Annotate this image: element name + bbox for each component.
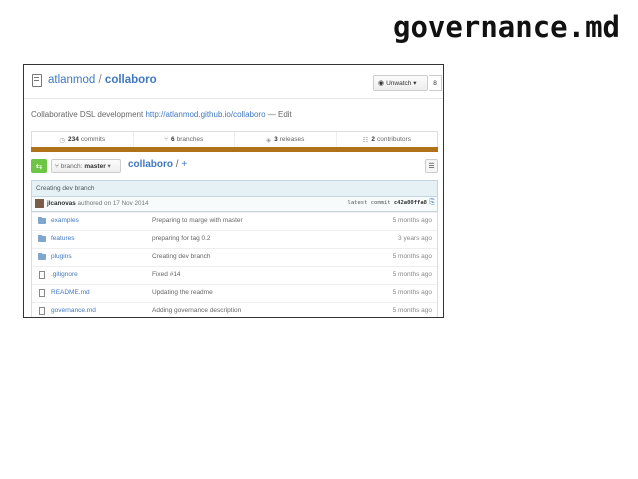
branch-name: master bbox=[84, 162, 106, 170]
latest-commit-meta: jlcanovas authored on 17 Nov 2014 latest… bbox=[31, 197, 438, 212]
folder-icon bbox=[38, 252, 46, 260]
commit-sha: latest commit c42a00ffa8 bbox=[348, 200, 427, 206]
eye-icon: ◉ bbox=[378, 80, 385, 87]
language-bar[interactable] bbox=[31, 147, 438, 152]
slide-title: governance.md bbox=[393, 10, 620, 44]
commit-author-link[interactable]: jlcanovas bbox=[47, 200, 76, 207]
clipboard-icon[interactable]: ⎘ bbox=[429, 199, 435, 207]
file-age: 5 months ago bbox=[392, 271, 432, 278]
repo-header: atlanmod / collaboro ◉ Unwatch ▾ 8 bbox=[24, 65, 443, 99]
file-age: 5 months ago bbox=[392, 307, 432, 314]
file-commit-message[interactable]: Adding governance description bbox=[152, 307, 241, 314]
list-icon: ☰ bbox=[428, 163, 435, 170]
repo-icon bbox=[32, 74, 42, 87]
folder-icon bbox=[38, 234, 46, 242]
breadcrumb-repo-link[interactable]: collaboro bbox=[128, 159, 173, 170]
github-repo-screenshot: atlanmod / collaboro ◉ Unwatch ▾ 8 Colla… bbox=[23, 64, 444, 318]
file-name-link[interactable]: examples bbox=[51, 217, 79, 224]
edit-link[interactable]: — Edit bbox=[268, 110, 292, 119]
file-commit-message[interactable]: Updating the readme bbox=[152, 289, 213, 296]
repo-title: atlanmod / collaboro bbox=[48, 74, 157, 86]
file-name-link[interactable]: plugins bbox=[51, 253, 72, 260]
file-commit-message[interactable]: preparing for tag 0.2 bbox=[152, 235, 211, 242]
description-text: Collaborative DSL development bbox=[31, 110, 144, 119]
tag-icon: ◈ bbox=[266, 136, 272, 144]
file-commit-message[interactable]: Creating dev branch bbox=[152, 253, 211, 260]
file-row[interactable]: plugins Creating dev branch 5 months ago bbox=[32, 248, 437, 266]
commit-authored-text: authored on 17 Nov 2014 bbox=[77, 200, 149, 207]
watch-count[interactable]: 8 bbox=[429, 75, 442, 91]
repo-title-separator: / bbox=[98, 74, 102, 86]
branch-prefix: branch: bbox=[60, 162, 83, 170]
latest-commit-message[interactable]: Creating dev branch bbox=[31, 180, 438, 197]
file-age: 5 months ago bbox=[392, 253, 432, 260]
file-row[interactable]: README.md Updating the readme 5 months ago bbox=[32, 284, 437, 302]
file-name-link[interactable]: README.md bbox=[51, 289, 90, 296]
unwatch-button[interactable]: ◉ Unwatch ▾ bbox=[373, 75, 428, 91]
file-icon bbox=[39, 307, 45, 315]
homepage-link[interactable]: http://atlanmod.github.io/collaboro bbox=[145, 110, 265, 119]
releases-label: releases bbox=[279, 136, 305, 143]
file-age: 5 months ago bbox=[392, 289, 432, 296]
breadcrumb: collaboro / + bbox=[128, 159, 187, 170]
file-row[interactable]: examples Preparing to marge with master 5 … bbox=[32, 212, 437, 230]
branches-count: 6 bbox=[171, 136, 175, 143]
numbers-summary: ◷ 234 commits ⑂ 6 branches ◈ 3 releases … bbox=[31, 131, 438, 147]
repo-owner-link[interactable]: atlanmod bbox=[48, 74, 95, 86]
commits-count: 234 bbox=[68, 136, 79, 143]
contributors-link[interactable]: ☷ 2 contributors bbox=[337, 132, 438, 147]
file-age: 3 years ago bbox=[398, 235, 432, 242]
file-list: examples Preparing to marge with master 5 … bbox=[31, 212, 438, 317]
commit-author-line: jlcanovas authored on 17 Nov 2014 bbox=[47, 200, 149, 207]
branch-icon: ⑂ bbox=[164, 136, 169, 143]
sha-label: latest commit bbox=[347, 200, 391, 206]
file-age: 5 months ago bbox=[392, 217, 432, 224]
contributors-label: contributors bbox=[376, 136, 411, 143]
file-commit-message[interactable]: Fixed #14 bbox=[152, 271, 181, 278]
file-name-link[interactable]: governance.md bbox=[51, 307, 96, 314]
folder-icon bbox=[38, 216, 46, 224]
repo-name-link[interactable]: collaboro bbox=[105, 74, 157, 86]
branch-select[interactable]: ⑂ branch: master ▾ bbox=[51, 159, 121, 173]
releases-link[interactable]: ◈ 3 releases bbox=[235, 132, 337, 147]
file-row[interactable]: features preparing for tag 0.2 3 years ago bbox=[32, 230, 437, 248]
file-name-link[interactable]: .gitignore bbox=[51, 271, 78, 278]
new-file-button[interactable]: + bbox=[181, 159, 187, 170]
file-commit-message[interactable]: Preparing to marge with master bbox=[152, 217, 243, 224]
organization-icon: ☷ bbox=[362, 136, 369, 144]
commits-label: commits bbox=[80, 136, 106, 143]
sha-link[interactable]: c42a00ffa8 bbox=[394, 200, 427, 206]
file-name-link[interactable]: features bbox=[51, 235, 75, 242]
chevron-down-icon: ▾ bbox=[107, 163, 111, 170]
history-icon: ◷ bbox=[59, 136, 66, 144]
branches-link[interactable]: ⑂ 6 branches bbox=[134, 132, 235, 147]
file-row[interactable]: governance.md Adding governance descripti… bbox=[32, 302, 437, 317]
commits-link[interactable]: ◷ 234 commits bbox=[32, 132, 134, 147]
breadcrumb-separator: / bbox=[175, 159, 179, 170]
file-icon bbox=[39, 289, 45, 297]
list-view-button[interactable]: ☰ bbox=[425, 159, 438, 173]
branches-label: branches bbox=[176, 136, 204, 143]
avatar[interactable] bbox=[35, 199, 44, 208]
file-row[interactable]: .gitignore Fixed #14 5 months ago bbox=[32, 266, 437, 284]
repo-description: Collaborative DSL development http://atl… bbox=[31, 110, 292, 119]
chevron-down-icon: ▾ bbox=[413, 80, 417, 87]
file-icon bbox=[39, 271, 45, 279]
compare-branch-button[interactable]: ⇆ bbox=[31, 159, 47, 173]
compare-icon: ⇆ bbox=[35, 161, 43, 171]
unwatch-label: Unwatch bbox=[386, 79, 412, 87]
contributors-count: 2 bbox=[371, 136, 375, 143]
releases-count: 3 bbox=[274, 136, 278, 143]
